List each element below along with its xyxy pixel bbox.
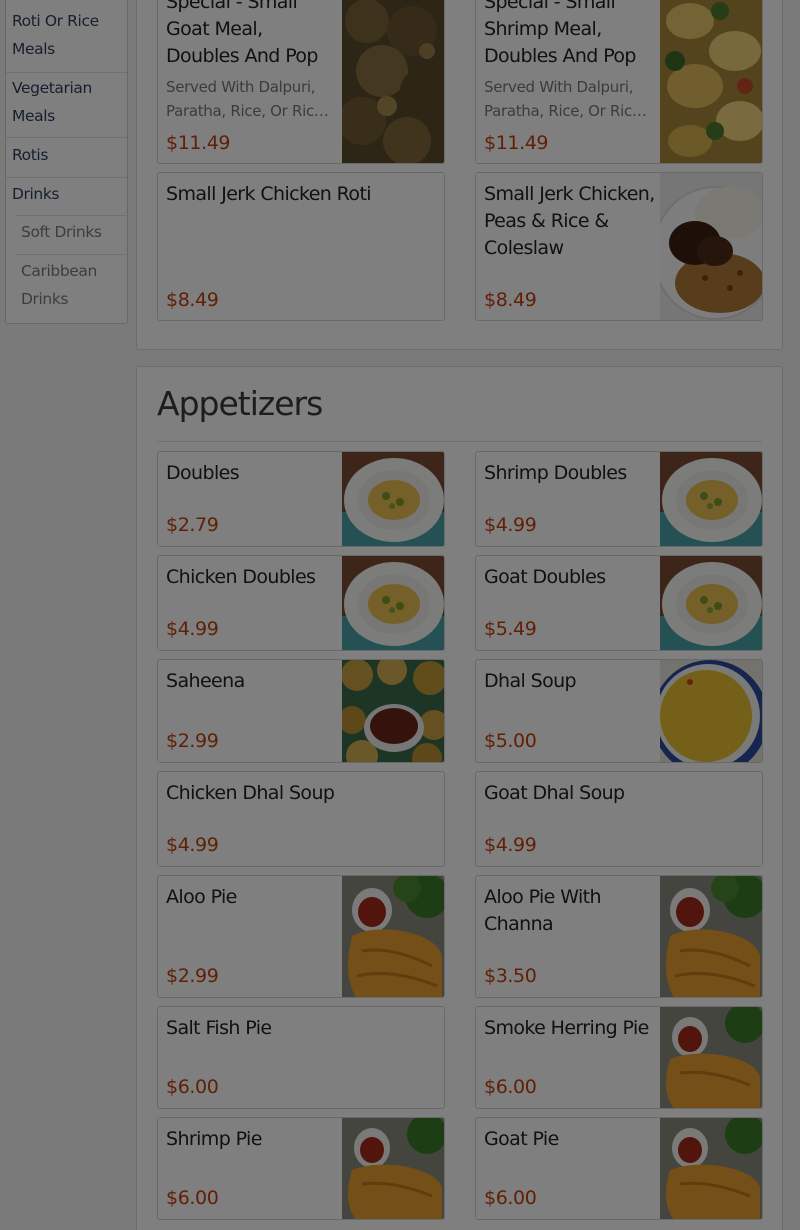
menu-item-card[interactable]: Chicken Doubles $4.99 (157, 555, 445, 651)
menu-item-card[interactable]: Doubles $2.79 (157, 451, 445, 547)
item-price: $4.99 (484, 834, 537, 856)
sidebar-item-label: Meals (12, 107, 55, 125)
sidebar-item-drinks[interactable]: Drinks (6, 180, 127, 208)
item-description: Served With Dalpuri, Paratha, Rice, Or R… (166, 78, 329, 120)
item-name: Goat Dhal Soup (484, 782, 625, 804)
aloo-pie-image (342, 1118, 444, 1219)
menu-item-card[interactable]: Small Jerk Chicken, Peas & Rice & Colesl… (475, 172, 763, 321)
section-divider (157, 441, 762, 442)
sidebar-item-rotis[interactable]: Rotis (6, 141, 127, 169)
menu-item-card[interactable]: Special - Small Shrimp Meal, Doubles And… (475, 0, 763, 164)
item-price: $4.99 (166, 618, 219, 640)
item-price: $4.99 (166, 834, 219, 856)
item-name: Smoke Herring Pie (484, 1017, 649, 1039)
menu-item-card[interactable]: Small Jerk Chicken Roti $8.49 (157, 172, 445, 321)
divider (16, 254, 129, 255)
menu-item-card[interactable]: Goat Pie $6.00 (475, 1117, 763, 1220)
item-price: $4.99 (484, 514, 537, 536)
item-name: Small Jerk Chicken, Peas & Rice & Colesl… (484, 183, 655, 259)
menu-item-card[interactable]: Shrimp Pie $6.00 (157, 1117, 445, 1220)
item-name: Shrimp Pie (166, 1128, 262, 1150)
goat-curry-image (342, 0, 444, 163)
item-name: Chicken Doubles (166, 566, 316, 588)
item-price: $5.49 (484, 618, 537, 640)
item-name: Dhal Soup (484, 670, 577, 692)
item-price: $8.49 (484, 289, 537, 311)
item-price: $11.49 (484, 132, 549, 154)
item-price: $6.00 (484, 1076, 537, 1098)
item-name: Shrimp Doubles (484, 462, 627, 484)
divider (6, 72, 127, 73)
item-price: $11.49 (166, 132, 231, 154)
jerk-chicken-rice-image (660, 173, 762, 320)
item-name: Aloo Pie (166, 886, 237, 908)
menu-item-card[interactable]: Special - Small Goat Meal, Doubles And P… (157, 0, 445, 164)
item-name: Aloo Pie With Channa (484, 886, 602, 935)
item-price: $2.99 (166, 730, 219, 752)
item-price: $6.00 (484, 1187, 537, 1209)
doubles-image (342, 452, 444, 546)
menu-item-card[interactable]: Shrimp Doubles $4.99 (475, 451, 763, 547)
menu-item-card[interactable]: Salt Fish Pie $6.00 (157, 1006, 445, 1109)
item-price: $8.49 (166, 289, 219, 311)
menu-item-card[interactable]: Aloo Pie $2.99 (157, 875, 445, 998)
item-name: Small Jerk Chicken Roti (166, 183, 372, 205)
doubles-image (342, 556, 444, 650)
doubles-image (660, 556, 762, 650)
item-name: Saheena (166, 670, 245, 692)
item-name: Special - Small Shrimp Meal, Doubles And… (484, 0, 636, 67)
aloo-pie-image (660, 1118, 762, 1219)
menu-item-card[interactable]: Goat Dhal Soup $4.99 (475, 771, 763, 867)
item-description: Served With Dalpuri, Paratha, Rice, Or R… (484, 78, 647, 120)
menu-item-card[interactable]: Goat Doubles $5.49 (475, 555, 763, 651)
sidebar-item-label: Drinks (12, 185, 60, 203)
item-price: $6.00 (166, 1187, 219, 1209)
aloo-pie-image (660, 876, 762, 997)
sidebar-item-label: Meals (12, 40, 55, 58)
category-sidebar: Roti Or Rice Meals Vegetarian Meals Roti… (5, 0, 129, 324)
item-name: Salt Fish Pie (166, 1017, 272, 1039)
sidebar-item-label: Rotis (12, 146, 49, 164)
item-name: Goat Pie (484, 1128, 559, 1150)
sidebar-item-vegetarian-meals[interactable]: Vegetarian Meals (6, 74, 127, 130)
divider (16, 215, 129, 216)
menu-item-card[interactable]: Smoke Herring Pie $6.00 (475, 1006, 763, 1109)
item-name: Doubles (166, 462, 240, 484)
item-price: $3.50 (484, 965, 537, 987)
item-price: $2.99 (166, 965, 219, 987)
divider (6, 177, 127, 178)
shrimp-curry-image (660, 0, 762, 163)
sidebar-item-label: Soft Drinks (21, 223, 102, 241)
sidebar-item-label: Caribbean (21, 262, 97, 280)
sidebar-item-roti-or-rice-meals[interactable]: Roti Or Rice Meals (6, 7, 127, 63)
divider (6, 137, 127, 138)
aloo-pie-image (342, 876, 444, 997)
menu-item-card[interactable]: Dhal Soup $5.00 (475, 659, 763, 763)
section-title-appetizers: Appetizers (157, 384, 323, 423)
item-name: Chicken Dhal Soup (166, 782, 335, 804)
menu-item-card[interactable]: Chicken Dhal Soup $4.99 (157, 771, 445, 867)
menu-item-card[interactable]: Saheena $2.99 (157, 659, 445, 763)
item-price: $6.00 (166, 1076, 219, 1098)
sidebar-item-label: Drinks (21, 290, 69, 308)
aloo-pie-image (660, 1007, 762, 1108)
sidebar-item-caribbean-drinks[interactable]: Caribbean Drinks (6, 257, 127, 313)
doubles-image (660, 452, 762, 546)
item-name: Special - Small Goat Meal, Doubles And P… (166, 0, 318, 67)
dhal-soup-image (660, 660, 762, 762)
item-price: $2.79 (166, 514, 219, 536)
saheena-image (342, 660, 444, 762)
sidebar-item-label: Vegetarian (12, 79, 92, 97)
item-name: Goat Doubles (484, 566, 606, 588)
menu-item-card[interactable]: Aloo Pie With Channa $3.50 (475, 875, 763, 998)
item-price: $5.00 (484, 730, 537, 752)
sidebar-item-soft-drinks[interactable]: Soft Drinks (6, 218, 127, 246)
sidebar-item-label: Roti Or Rice (12, 12, 99, 30)
